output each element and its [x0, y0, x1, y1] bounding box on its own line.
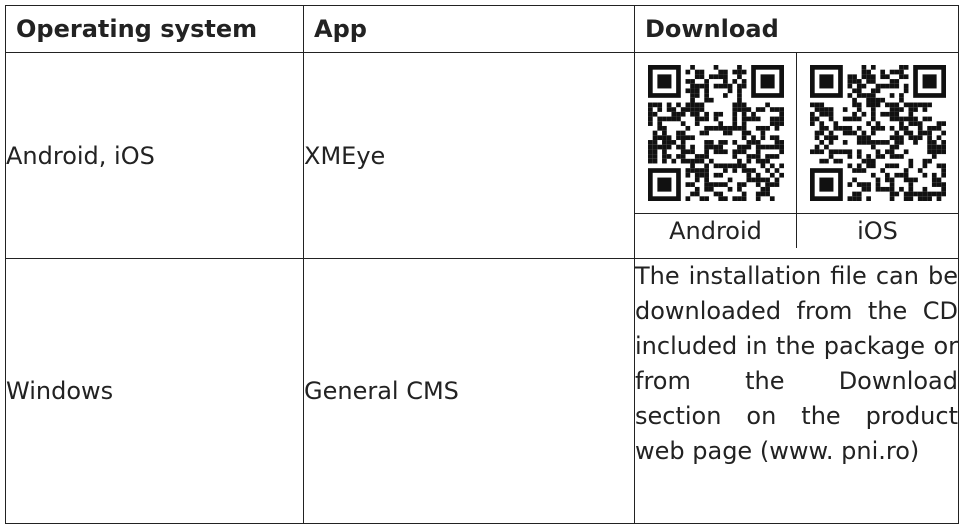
- download-description: The installation file can be downloaded …: [634, 258, 959, 524]
- app-cell: XMEye: [303, 52, 635, 259]
- qr-grid: Android iOS: [635, 53, 958, 248]
- android-label: Android: [635, 213, 797, 248]
- header-app: App: [303, 5, 635, 53]
- android-qr-code-icon[interactable]: [647, 65, 784, 201]
- ios-qr-code-icon[interactable]: [809, 65, 946, 201]
- ios-label: iOS: [857, 217, 898, 245]
- download-cell: Android iOS: [634, 52, 959, 259]
- apps-table: Operating system App Download Android, i…: [5, 5, 959, 524]
- ios-qr-cell: [796, 53, 958, 214]
- os-cell: Windows: [5, 258, 304, 524]
- android-qr-cell: [635, 53, 797, 214]
- table-header-row: Operating system App Download: [5, 5, 959, 53]
- header-download: Download: [634, 5, 959, 53]
- table-row: Windows General CMS The installation fil…: [5, 258, 959, 524]
- app-cell: General CMS: [303, 258, 635, 524]
- os-cell: Android, iOS: [5, 52, 304, 259]
- header-operating-system: Operating system: [5, 5, 304, 53]
- table-row: Android, iOS XMEye Android iOS: [5, 52, 959, 259]
